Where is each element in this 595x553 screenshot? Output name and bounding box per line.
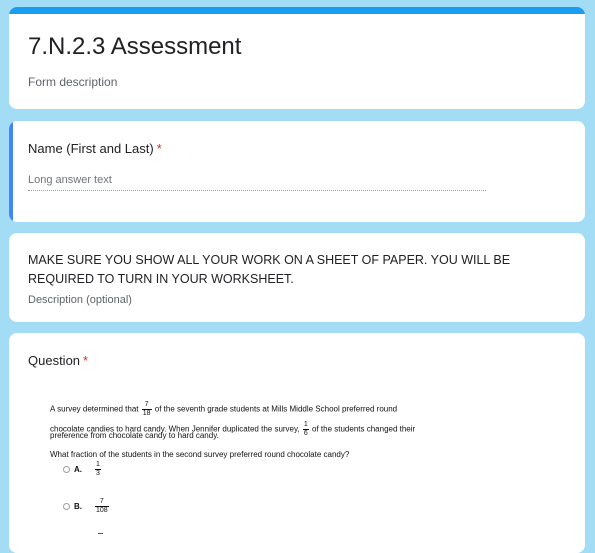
question-image-line-3: preference from chocolate candy to hard …	[50, 431, 219, 440]
answer-choice-b: B. 7 108	[63, 498, 110, 515]
fraction-1-6: 16	[302, 421, 309, 438]
required-asterisk: *	[83, 353, 89, 368]
fraction-denominator: 108	[96, 507, 108, 514]
name-question-text: Name (First and Last)	[28, 141, 154, 156]
fraction-numerator: 1	[95, 461, 101, 470]
question-text-segment: of the seventh grade students at Mills M…	[154, 404, 398, 414]
answer-choice-a: A. 13	[63, 461, 102, 478]
radio-circle-icon	[63, 503, 70, 510]
form-title[interactable]: 7.N.2.3 Assessment	[28, 33, 241, 61]
fraction-7-18: 7 18	[141, 401, 152, 418]
radio-circle-icon	[63, 466, 70, 473]
name-question-card[interactable]: Name (First and Last) * Long answer text	[9, 121, 585, 222]
question-card[interactable]: Question * A survey determined that 7 18 o…	[9, 333, 585, 553]
header-accent-bar	[9, 7, 585, 14]
form-header-card: 7.N.2.3 Assessment Form description	[9, 7, 585, 109]
fraction-denominator: 3	[96, 470, 100, 477]
fraction-denominator: 18	[142, 410, 151, 417]
form-description[interactable]: Form description	[28, 75, 117, 89]
question-title: Question	[28, 353, 81, 368]
long-answer-underline	[28, 190, 486, 191]
instructions-description[interactable]: Description (optional)	[28, 294, 132, 306]
choice-letter: B.	[74, 502, 82, 511]
question-text-segment: A survey determined that	[50, 404, 139, 414]
required-asterisk: *	[156, 141, 162, 156]
instructions-card[interactable]: MAKE SURE YOU SHOW ALL YOUR WORK ON A SH…	[9, 233, 585, 322]
instructions-title[interactable]: MAKE SURE YOU SHOW ALL YOUR WORK ON A SH…	[28, 251, 548, 289]
fraction-numerator: 1	[302, 421, 309, 430]
question-image-line-1: A survey determined that 7 18 of the seve…	[50, 401, 397, 418]
long-answer-placeholder: Long answer text	[28, 174, 112, 186]
fraction-numerator: 7	[141, 401, 152, 410]
active-card-indicator	[9, 121, 13, 222]
fraction-numerator: 7	[95, 498, 109, 507]
choice-fraction: 13	[95, 461, 101, 478]
name-question-label[interactable]: Name (First and Last) *	[28, 141, 162, 156]
choice-letter: A.	[74, 465, 82, 474]
question-image-line-4: What fraction of the students in the sec…	[50, 450, 350, 459]
question-label[interactable]: Question *	[28, 353, 88, 368]
fraction-denominator: 6	[303, 430, 308, 437]
question-text-segment: of the students changed their	[312, 424, 416, 434]
answer-choice-c-partial	[98, 533, 103, 536]
choice-fraction: 7 108	[95, 498, 109, 515]
